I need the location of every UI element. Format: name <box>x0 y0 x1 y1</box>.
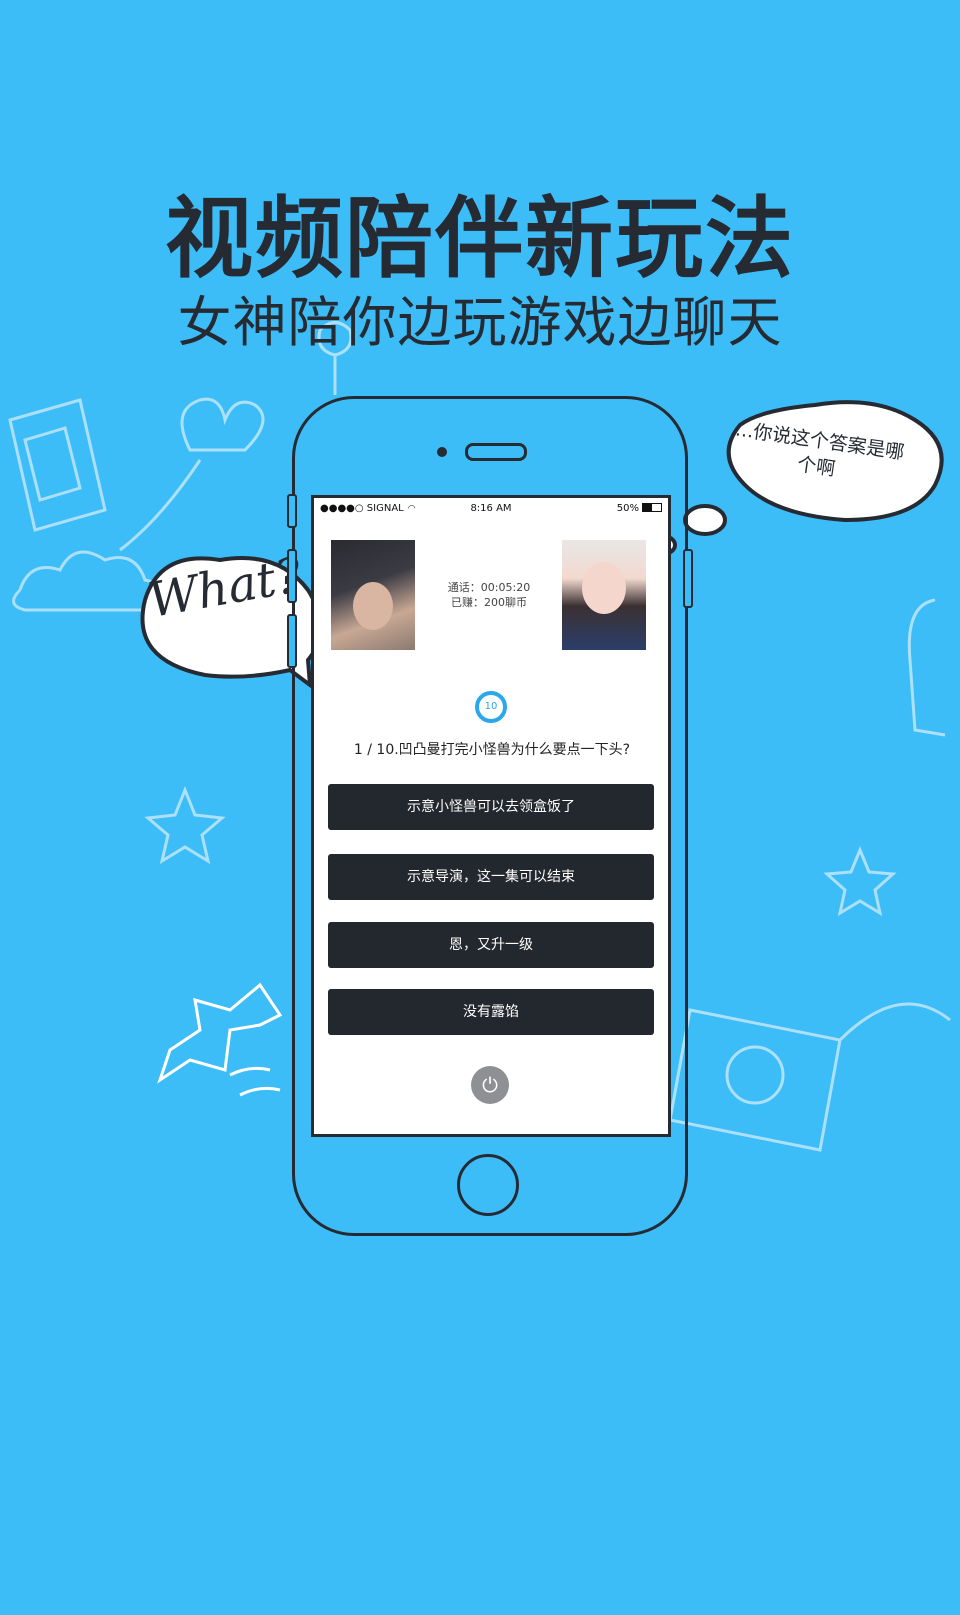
call-duration: 通话：00:05:20 <box>447 581 531 594</box>
bag-doodle <box>907 598 946 737</box>
countdown-timer: 10 <box>475 691 507 723</box>
page-subtitle: 女神陪你边玩游戏边聊天 <box>177 291 783 354</box>
status-bar: ●●●●○ SIGNAL ◠ 8:16 AM 50% <box>314 498 668 520</box>
battery-icon <box>642 503 662 512</box>
front-camera <box>437 447 447 457</box>
battery-indicator: 50% <box>617 503 662 514</box>
postcard-doodle <box>8 398 107 532</box>
male-face <box>353 582 393 630</box>
page-title: 视频陪伴新玩法 <box>164 187 795 290</box>
burst-doodle <box>157 982 283 1084</box>
earpiece-speaker <box>465 443 527 461</box>
star-doodle-right <box>823 846 897 917</box>
heart-balloon-doodle <box>119 397 265 552</box>
call-info: 通话：00:05:20 已赚：200聊币 <box>424 580 554 610</box>
answer-option-3[interactable]: 恩，又升一级 <box>328 922 654 968</box>
phone-screen: ●●●●○ SIGNAL ◠ 8:16 AM 50% 通话：00:05:20 已赚… <box>311 495 671 1137</box>
quiz-question: 1 / 10.凹凸曼打完小怪兽为什么要点一下头? <box>353 742 631 758</box>
mute-switch <box>287 494 297 528</box>
answer-option-2[interactable]: 示意导演，这一集可以结束 <box>328 854 654 900</box>
coins-earned: 已赚：200聊币 <box>451 596 527 609</box>
volume-down-button <box>287 614 297 668</box>
status-time: 8:16 AM <box>470 503 512 514</box>
end-call-power-icon[interactable]: ⏻ <box>471 1066 509 1104</box>
battery-percent: 50% <box>616 503 639 514</box>
side-power-button <box>683 549 693 608</box>
cloud-doodle <box>12 550 163 612</box>
caller-video-male[interactable] <box>331 540 415 650</box>
camera-doodle <box>668 1002 951 1152</box>
star-doodle-left <box>144 785 226 865</box>
answer-option-4[interactable]: 没有露馅 <box>328 989 654 1035</box>
home-button[interactable] <box>457 1154 519 1216</box>
caller-video-female[interactable] <box>562 540 646 650</box>
answer-option-1[interactable]: 示意小怪兽可以去领盒饭了 <box>328 784 654 830</box>
volume-up-button <box>287 549 297 603</box>
female-face <box>582 562 626 614</box>
timer-value: 10 <box>484 701 498 712</box>
